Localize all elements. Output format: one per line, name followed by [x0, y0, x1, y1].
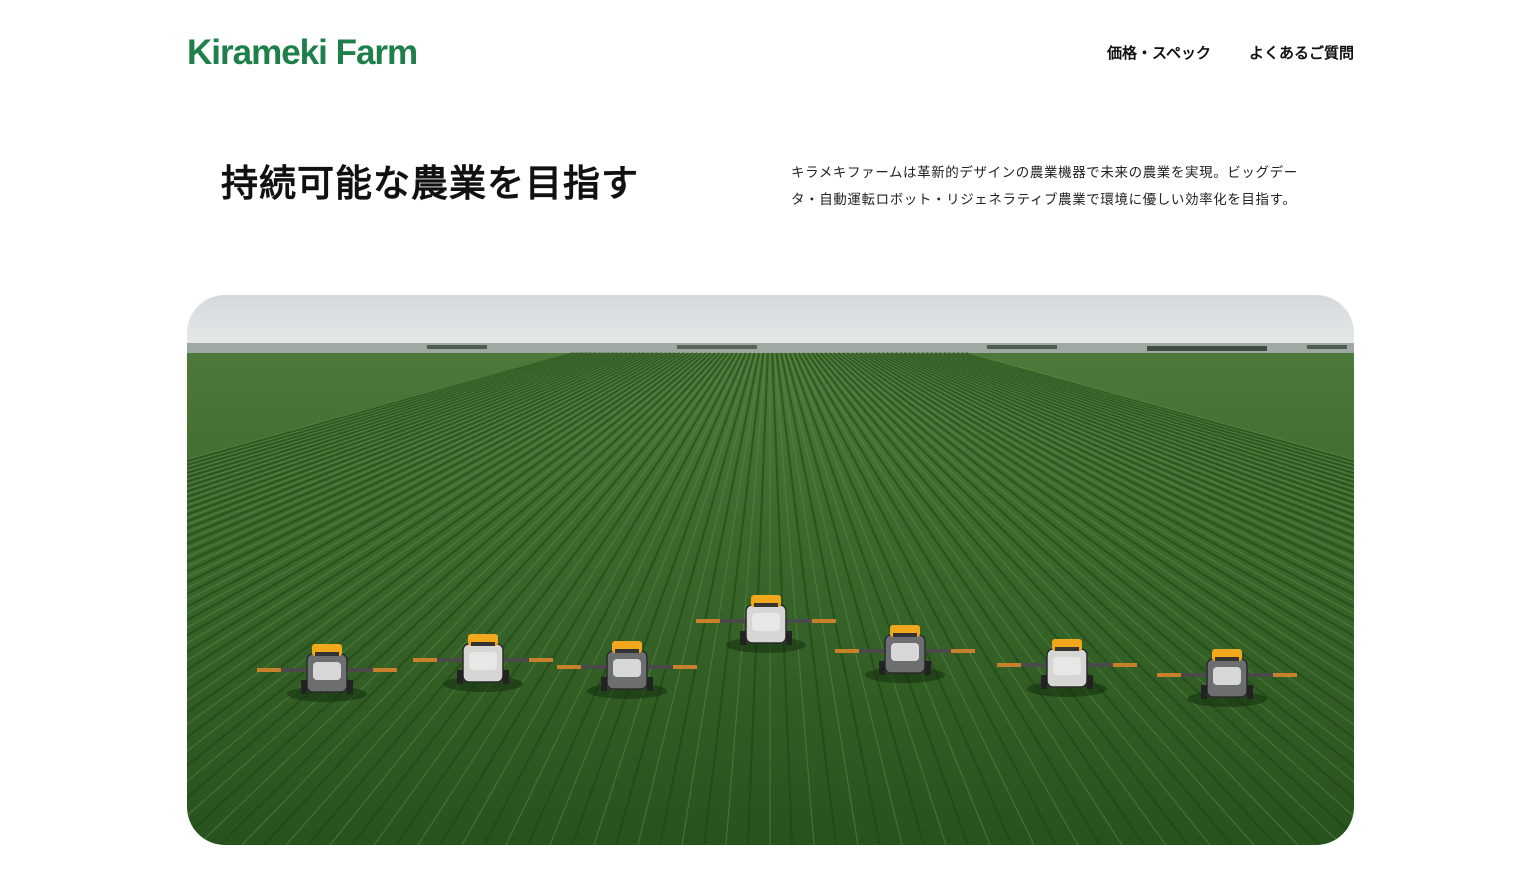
- hero-headline: 持続可能な農業を目指す: [221, 162, 639, 205]
- hero-description: キラメキファームは革新的デザインの農業機器で未来の農業を実現。ビッグデータ・自動…: [791, 165, 1298, 208]
- main-nav: 価格・スペック よくあるご質問: [1107, 42, 1354, 64]
- nav-item-pricing-specs[interactable]: 価格・スペック: [1107, 42, 1211, 64]
- hero-image: [187, 295, 1354, 845]
- nav-item-faq[interactable]: よくあるご質問: [1249, 42, 1354, 64]
- field-illustration: [187, 295, 1354, 845]
- sky: [187, 295, 1354, 350]
- logo[interactable]: Kirameki Farm: [187, 33, 418, 73]
